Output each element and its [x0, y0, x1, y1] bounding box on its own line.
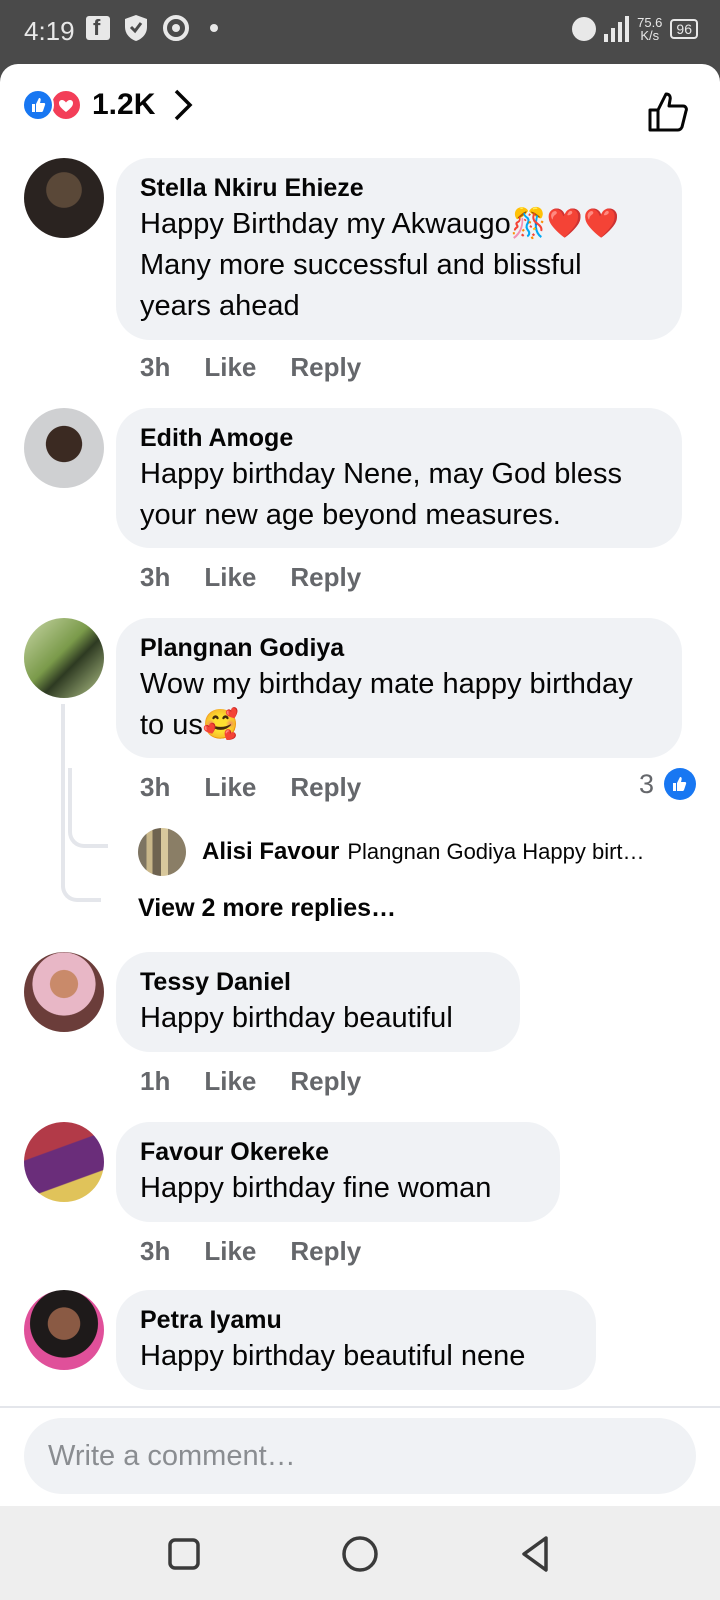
like-reaction-icon	[664, 768, 696, 800]
like-button[interactable]: Like	[204, 562, 256, 593]
reply-button[interactable]: Reply	[290, 562, 361, 593]
status-system-icons: 75.6 K/s 96	[572, 16, 698, 42]
avatar[interactable]	[24, 1122, 104, 1202]
comment-text: Happy birthday Nene, may God bless your …	[140, 458, 622, 531]
avatar[interactable]	[138, 828, 186, 876]
status-time: 4:19	[24, 16, 75, 46]
recent-apps-icon[interactable]	[160, 1530, 208, 1578]
comment-author[interactable]: Petra Iyamu	[140, 1304, 572, 1336]
comment-text: Happy birthday beautiful	[140, 1002, 453, 1034]
like-button[interactable]: Like	[204, 772, 256, 803]
reaction-count: 1.2K	[92, 88, 156, 121]
status-notification-icons	[86, 14, 218, 42]
comment-bubble[interactable]: Edith Amoge Happy birthday Nene, may God…	[116, 408, 682, 548]
avatar[interactable]	[24, 158, 104, 238]
comment-bubble[interactable]: Favour Okereke Happy birthday fine woman	[116, 1122, 560, 1222]
comment-reaction-count[interactable]: 3	[639, 768, 696, 800]
reactions-summary[interactable]: 1.2K	[22, 88, 193, 122]
like-reaction-icon	[22, 89, 54, 121]
comment-actions: 1h Like Reply	[140, 1066, 361, 1097]
more-notifications-dot-icon	[210, 24, 218, 32]
chevron-right-icon	[175, 89, 193, 121]
like-button[interactable]: Like	[204, 1236, 256, 1267]
comment-actions: 3h Like Reply	[140, 352, 361, 383]
comment-author[interactable]: Edith Amoge	[140, 422, 658, 454]
comment-bubble[interactable]: Stella Nkiru Ehieze Happy Birthday my Ak…	[116, 158, 682, 340]
avatar[interactable]	[24, 952, 104, 1032]
avatar[interactable]	[24, 1290, 104, 1370]
facebook-notification-icon	[86, 15, 110, 41]
comment-bubble[interactable]: Plangnan Godiya Wow my birthday mate hap…	[116, 618, 682, 758]
home-icon[interactable]	[336, 1530, 384, 1578]
comment-actions: 3h Like Reply	[140, 772, 361, 803]
love-reaction-icon	[50, 89, 82, 121]
network-speed-unit: K/s	[640, 28, 660, 43]
reply-preview[interactable]: Alisi Favour Plangnan Godiya Happy birt…	[138, 828, 645, 876]
comment-input[interactable]	[24, 1418, 696, 1494]
comment-text: Happy birthday fine woman	[140, 1172, 492, 1204]
reply-text: Plangnan Godiya Happy birt…	[347, 839, 645, 864]
status-bar: 4:19 75.6 K/s 96	[0, 0, 720, 64]
comment-timestamp: 3h	[140, 1236, 171, 1266]
comment-composer	[0, 1406, 720, 1506]
comment-bubble[interactable]: Petra Iyamu Happy birthday beautiful nen…	[116, 1290, 596, 1390]
back-icon[interactable]	[512, 1530, 560, 1578]
comment-actions: 3h Like Reply	[140, 562, 361, 593]
comment-timestamp: 3h	[140, 352, 171, 382]
view-more-replies-link[interactable]: View 2 more replies…	[138, 894, 396, 923]
comment-author[interactable]: Tessy Daniel	[140, 966, 496, 998]
comment-author[interactable]: Favour Okereke	[140, 1136, 536, 1168]
comment-timestamp: 3h	[140, 562, 171, 592]
battery-level: 96	[676, 21, 692, 37]
reply-button[interactable]: Reply	[290, 772, 361, 803]
shield-icon	[125, 15, 147, 41]
reply-button[interactable]: Reply	[290, 352, 361, 383]
comments-sheet: 1.2K Stella Nkiru Ehieze Happy Birthday …	[0, 64, 720, 1506]
like-button[interactable]: Like	[204, 1066, 256, 1097]
system-navigation-bar	[0, 1506, 720, 1600]
comment-timestamp: 1h	[140, 1066, 171, 1096]
signal-icon	[604, 16, 630, 42]
reaction-count-value: 3	[638, 768, 654, 799]
like-outline-icon[interactable]	[646, 90, 690, 134]
comment-actions: 3h Like Reply	[140, 1236, 361, 1267]
network-speed: 75.6 K/s	[637, 16, 662, 42]
g-app-icon	[163, 15, 189, 41]
comment-timestamp: 3h	[140, 772, 171, 802]
comment-author[interactable]: Plangnan Godiya	[140, 632, 658, 664]
thread-branch	[68, 768, 108, 848]
avatar[interactable]	[24, 408, 104, 488]
reply-button[interactable]: Reply	[290, 1066, 361, 1097]
alarm-icon	[572, 17, 597, 41]
reply-button[interactable]: Reply	[290, 1236, 361, 1267]
comment-text: Happy birthday beautiful nene	[140, 1340, 526, 1372]
battery-icon: 96	[670, 19, 698, 39]
comment-bubble[interactable]: Tessy Daniel Happy birthday beautiful	[116, 952, 520, 1052]
comment-text: Happy Birthday my Akwaugo🎊❤️❤️ Many more…	[140, 208, 620, 322]
reply-author[interactable]: Alisi Favour	[202, 838, 339, 866]
like-button[interactable]: Like	[204, 352, 256, 383]
comment-text: Wow my birthday mate happy birthday to u…	[140, 668, 633, 741]
avatar[interactable]	[24, 618, 104, 698]
comment-author[interactable]: Stella Nkiru Ehieze	[140, 172, 658, 204]
